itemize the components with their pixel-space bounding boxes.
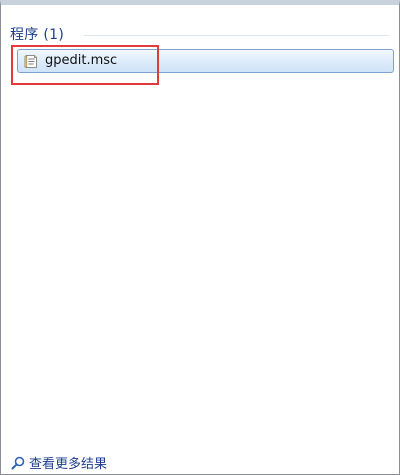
see-more-results-link[interactable]: 查看更多结果	[11, 454, 108, 472]
result-item-label: gpedit.msc	[45, 53, 118, 68]
start-search-results-panel: 程序 (1) gpedit.msc 查看更多结果	[0, 0, 400, 475]
search-icon	[11, 455, 25, 470]
group-title-programs: 程序 (1)	[10, 27, 65, 43]
result-item-gpedit[interactable]: gpedit.msc	[17, 49, 394, 73]
group-divider	[84, 35, 389, 36]
see-more-results-label: 查看更多结果	[29, 456, 108, 472]
msc-file-icon	[24, 54, 38, 69]
